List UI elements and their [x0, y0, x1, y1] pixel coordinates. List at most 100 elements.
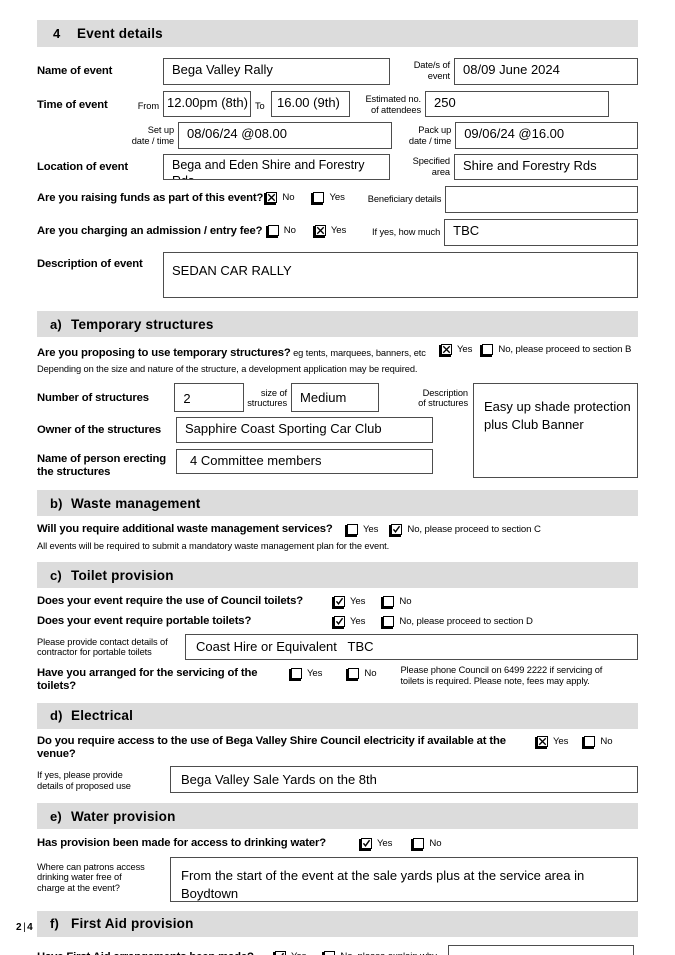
- note-servicing-toilets: Please phone Council on 6499 2222 if ser…: [400, 664, 603, 687]
- row-admission-fee: Are you charging an admission / entry fe…: [37, 219, 639, 246]
- input-size-of-structures[interactable]: Medium: [291, 382, 380, 412]
- input-specified-area[interactable]: Shire and Forestry Rds: [454, 154, 638, 180]
- row-council-toilets: Does your event require the use of Counc…: [37, 595, 638, 610]
- check-mark-icon: [362, 839, 371, 848]
- checkbox-box: [332, 615, 345, 629]
- input-description-of-structures[interactable]: Easy up shade protection plus Club Banne…: [473, 382, 638, 478]
- label-portable-toilets: Does your event require portable toilets…: [37, 614, 252, 627]
- label-description-of-structures: Description of structures: [418, 387, 468, 409]
- checkbox-label: No, please explain why: [340, 951, 437, 955]
- input-setup-datetime[interactable]: 08/06/24 @08.00: [178, 122, 392, 149]
- checkbox-label: No, please proceed to section C: [407, 524, 541, 536]
- checkbox-label: No: [429, 838, 442, 850]
- input-dates-of-event[interactable]: 08/09 June 2024: [454, 58, 638, 85]
- checkbox-council-toilets-yes[interactable]: Yes: [332, 595, 365, 610]
- checkbox-label: Yes: [307, 667, 323, 679]
- section-header-toilet-provision: c) Toilet provision: [37, 562, 638, 589]
- checkbox-box: [381, 596, 395, 610]
- checkbox-label: No: [600, 735, 613, 747]
- row-water-question: Has provision been made for access to dr…: [37, 837, 638, 852]
- label-contractor: Please provide contact details of contra…: [37, 636, 168, 658]
- x-mark-icon: [267, 193, 276, 202]
- section-number: 4: [53, 26, 61, 41]
- checkbox-raising-funds-no[interactable]: No: [264, 186, 295, 205]
- row-temp-structures-question: Are you proposing to use temporary struc…: [37, 343, 638, 361]
- section-letter: e): [50, 808, 62, 824]
- section-header-waste-management: b) Waste management: [37, 490, 638, 517]
- input-beneficiary-details[interactable]: [445, 186, 638, 213]
- checkbox-label: Yes: [363, 524, 379, 536]
- checkbox-water-no[interactable]: No: [411, 837, 442, 852]
- row-setup-packup: Set up date / time 08/06/24 @08.00 Pack …: [37, 122, 638, 149]
- input-time-to[interactable]: 16.00 (9th): [271, 91, 350, 117]
- input-water-where[interactable]: From the start of the event at the sale …: [170, 856, 638, 902]
- checkbox-admission-no[interactable]: No: [265, 219, 296, 238]
- input-person-erecting[interactable]: 4 Committee members: [176, 448, 433, 474]
- checkbox-waste-yes[interactable]: Yes: [345, 523, 379, 538]
- section-title: First Aid provision: [71, 916, 194, 931]
- label-setup-datetime: Set up date / time: [131, 125, 175, 146]
- section-title: Toilet provision: [71, 567, 174, 583]
- label-raising-funds: Are you raising funds as part of this ev…: [37, 192, 264, 204]
- checkbox-label: No, please proceed to section B: [498, 344, 632, 355]
- note-waste-management: All events will be required to submit a …: [37, 540, 390, 551]
- checkbox-first-aid-no[interactable]: No, please explain why: [322, 945, 437, 955]
- checkbox-first-aid-yes[interactable]: Yes: [273, 945, 306, 955]
- row-time-of-event: Time of event From 12.00pm (8th) To 16.0…: [37, 91, 638, 117]
- input-name-of-event[interactable]: Bega Valley Rally: [163, 58, 390, 85]
- input-location[interactable]: Bega and Eden Shire and Forestry Rds: [163, 154, 390, 180]
- label-electrical-details: If yes, please provide details of propos…: [37, 770, 131, 791]
- checkbox-temp-structures-no[interactable]: No, please proceed to section B: [480, 343, 632, 357]
- checkbox-servicing-no[interactable]: No: [346, 665, 377, 681]
- checkbox-box: [439, 344, 452, 357]
- input-packup-datetime[interactable]: 09/06/24 @16.00: [455, 122, 638, 149]
- input-how-much[interactable]: TBC: [444, 219, 639, 246]
- input-description[interactable]: SEDAN CAR RALLY: [163, 252, 638, 298]
- checkbox-servicing-yes[interactable]: Yes: [289, 665, 323, 681]
- input-number-of-structures[interactable]: 2: [174, 382, 244, 412]
- section-header-first-aid: f) First Aid provision: [37, 910, 638, 937]
- section-title: Waste management: [71, 495, 201, 511]
- section-letter: c): [50, 567, 62, 583]
- checkbox-label: No: [282, 192, 295, 203]
- section-title: Temporary structures: [71, 316, 214, 332]
- section-header-electrical: d) Electrical: [37, 702, 638, 729]
- input-estimated-attendees[interactable]: 250: [425, 91, 609, 117]
- checkbox-waste-no[interactable]: No, please proceed to section C: [389, 523, 541, 538]
- checkbox-label: Yes: [329, 192, 345, 203]
- checkbox-temp-structures-yes[interactable]: Yes: [439, 343, 473, 357]
- section-title: Water provision: [71, 808, 176, 824]
- x-mark-icon: [538, 737, 547, 746]
- check-mark-icon: [392, 525, 401, 534]
- checkbox-electrical-yes[interactable]: Yes: [535, 735, 568, 749]
- input-contractor[interactable]: Coast Hire or Equivalent TBC: [185, 633, 638, 660]
- row-number-of-structures: Number of structures 2 size of structure…: [37, 382, 473, 412]
- checkbox-label: No, please proceed to section D: [399, 615, 533, 627]
- checkbox-water-yes[interactable]: Yes: [359, 837, 393, 852]
- checkbox-council-toilets-no[interactable]: No: [381, 595, 412, 610]
- row-water-where: Where can patrons access drinking water …: [37, 856, 638, 902]
- checkbox-portable-toilets-yes[interactable]: Yes: [332, 615, 365, 629]
- label-waste-question: Will you require additional waste manage…: [37, 523, 333, 536]
- checkbox-raising-funds-yes[interactable]: Yes: [311, 186, 345, 205]
- input-time-from[interactable]: 12.00pm (8th): [163, 91, 251, 117]
- input-owner-of-structures[interactable]: Sapphire Coast Sporting Car Club: [176, 416, 433, 443]
- label-first-aid-arrangements: Have First Aid arrangements been made?: [37, 945, 275, 955]
- section-title: Electrical: [71, 708, 134, 724]
- checkbox-box: [273, 950, 286, 955]
- label-how-much: If yes, how much: [372, 227, 441, 237]
- input-electrical-details[interactable]: Bega Valley Sale Yards on the 8th: [170, 766, 638, 794]
- checkbox-box: [480, 344, 494, 357]
- checkbox-portable-toilets-no[interactable]: No, please proceed to section D: [381, 615, 533, 629]
- input-first-aid-explain[interactable]: [447, 944, 634, 955]
- label-temp-structures-question-note: eg tents, marquees, banners, etc: [290, 348, 426, 358]
- checkbox-admission-yes[interactable]: Yes: [312, 219, 346, 238]
- label-to: To: [255, 101, 265, 111]
- row-servicing-toilets: Have you arranged for the servicing of t…: [37, 665, 638, 694]
- checkbox-label: Yes: [457, 344, 473, 355]
- checkbox-label: Yes: [377, 838, 393, 850]
- checkbox-electrical-no[interactable]: No: [582, 735, 613, 749]
- checkbox-box: [312, 225, 326, 238]
- row-raising-funds: Are you raising funds as part of this ev…: [37, 186, 638, 213]
- label-owner-of-structures: Owner of the structures: [37, 423, 161, 436]
